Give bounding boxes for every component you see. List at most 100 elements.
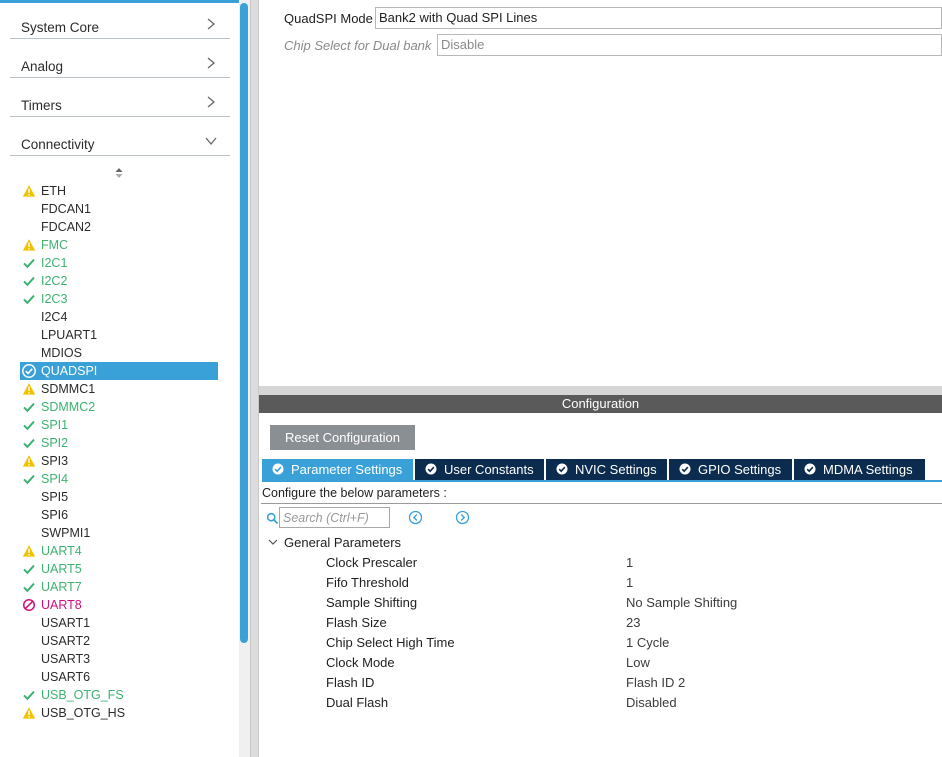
peripheral-item-quadspi[interactable]: QUADSPI (20, 362, 218, 380)
check-icon (22, 274, 36, 288)
parameter-name: Clock Prescaler (326, 555, 418, 570)
peripheral-item-spi1[interactable]: SPI1 (20, 416, 218, 434)
parameter-value[interactable]: 1 (626, 575, 633, 590)
search-icon (266, 512, 279, 525)
peripheral-item-i2c1[interactable]: I2C1 (20, 254, 218, 272)
peripheral-label: FDCAN2 (41, 220, 92, 234)
category-timers[interactable]: Timers (10, 92, 230, 117)
peripheral-label: USART3 (41, 652, 91, 666)
peripheral-item-spi6[interactable]: SPI6 (20, 506, 218, 524)
panel-divider[interactable] (250, 0, 259, 757)
previous-result-icon[interactable] (408, 510, 423, 525)
configuration-header: Configuration (259, 395, 942, 413)
warning-icon (22, 544, 36, 558)
peripheral-item-spi5[interactable]: SPI5 (20, 488, 218, 506)
peripheral-label: QUADSPI (41, 364, 98, 378)
category-label: Analog (21, 59, 64, 74)
peripheral-item-spi4[interactable]: SPI4 (20, 470, 218, 488)
peripheral-item-usart3[interactable]: USART3 (20, 650, 218, 668)
peripheral-item-spi3[interactable]: SPI3 (20, 452, 218, 470)
parameter-value[interactable]: Disabled (626, 695, 677, 710)
check-circle-icon (22, 364, 36, 378)
peripheral-item-fdcan2[interactable]: FDCAN2 (20, 218, 218, 236)
category-system-core[interactable]: System Core (10, 14, 230, 39)
peripheral-item-uart5[interactable]: UART5 (20, 560, 218, 578)
parameter-value[interactable]: 1 (626, 555, 633, 570)
tab-nvic-settings[interactable]: NVIC Settings (546, 459, 667, 480)
tab-parameter-settings[interactable]: Parameter Settings (262, 459, 413, 480)
peripheral-item-eth[interactable]: ETH (20, 182, 218, 200)
peripheral-item-i2c4[interactable]: I2C4 (20, 308, 218, 326)
peripheral-item-usart1[interactable]: USART1 (20, 614, 218, 632)
search-input[interactable] (279, 507, 390, 528)
peripheral-item-mdios[interactable]: MDIOS (20, 344, 218, 362)
peripheral-item-sdmmc1[interactable]: SDMMC1 (20, 380, 218, 398)
parameter-row[interactable]: Clock Mode Low (326, 655, 926, 673)
tab-user-constants[interactable]: User Constants (415, 459, 544, 480)
category-analog[interactable]: Analog (10, 53, 230, 78)
chevron-down-icon (205, 137, 217, 146)
peripheral-item-spi2[interactable]: SPI2 (20, 434, 218, 452)
sidebar-scrollbar[interactable] (239, 0, 250, 757)
tab-mdma-settings[interactable]: MDMA Settings (794, 459, 925, 480)
peripheral-item-lpuart1[interactable]: LPUART1 (20, 326, 218, 344)
warning-icon (22, 238, 36, 252)
tab-label: MDMA Settings (823, 462, 913, 477)
peripheral-item-sdmmc2[interactable]: SDMMC2 (20, 398, 218, 416)
configuration-panel: Configuration Reset Configuration Parame… (259, 395, 942, 757)
chip-select-label: Chip Select for Dual bank (284, 38, 432, 53)
parameter-value[interactable]: 1 Cycle (626, 635, 669, 650)
peripheral-item-fdcan1[interactable]: FDCAN1 (20, 200, 218, 218)
parameter-row[interactable]: Dual Flash Disabled (326, 695, 926, 713)
parameter-row[interactable]: Flash ID Flash ID 2 (326, 675, 926, 693)
parameter-row[interactable]: Fifo Threshold 1 (326, 575, 926, 593)
peripheral-item-usart6[interactable]: USART6 (20, 668, 218, 686)
reset-configuration-button[interactable]: Reset Configuration (270, 425, 415, 450)
quadspi-mode-select[interactable]: Bank2 with Quad SPI Lines (375, 7, 942, 29)
parameter-value[interactable]: Flash ID 2 (626, 675, 685, 690)
tab-gpio-settings[interactable]: GPIO Settings (669, 459, 792, 480)
parameter-value[interactable]: 23 (626, 615, 640, 630)
peripheral-label: I2C2 (41, 274, 68, 288)
parameter-row[interactable]: Flash Size 23 (326, 615, 926, 633)
check-icon (22, 418, 36, 432)
peripheral-label: SPI4 (41, 472, 69, 486)
peripheral-item-usart2[interactable]: USART2 (20, 632, 218, 650)
peripheral-label: SPI2 (41, 436, 69, 450)
peripheral-item-uart7[interactable]: UART7 (20, 578, 218, 596)
parameter-row[interactable]: Sample Shifting No Sample Shifting (326, 595, 926, 613)
tab-label: User Constants (444, 462, 534, 477)
peripheral-item-i2c2[interactable]: I2C2 (20, 272, 218, 290)
group-label-general-parameters: General Parameters (284, 535, 402, 550)
parameter-value[interactable]: No Sample Shifting (626, 595, 737, 610)
peripheral-label: UART4 (41, 544, 82, 558)
category-connectivity[interactable]: Connectivity (10, 131, 230, 156)
blocked-icon (22, 598, 36, 612)
parameter-row[interactable]: Clock Prescaler 1 (326, 555, 926, 573)
chevron-right-icon (207, 18, 216, 30)
category-label: Connectivity (21, 137, 95, 152)
peripheral-item-fmc[interactable]: FMC (20, 236, 218, 254)
peripheral-label: USB_OTG_HS (41, 706, 126, 720)
check-circle-icon (425, 463, 437, 475)
splitter[interactable] (259, 386, 942, 395)
peripheral-label: UART7 (41, 580, 82, 594)
scrollbar-thumb[interactable] (240, 3, 248, 643)
parameter-value[interactable]: Low (626, 655, 650, 670)
next-result-icon[interactable] (455, 510, 470, 525)
parameter-row[interactable]: Chip Select High Time 1 Cycle (326, 635, 926, 653)
peripheral-item-swpmi1[interactable]: SWPMI1 (20, 524, 218, 542)
sort-icon[interactable] (113, 166, 125, 180)
tab-underline (262, 480, 942, 482)
parameter-name: Dual Flash (326, 695, 389, 710)
check-icon (22, 436, 36, 450)
peripheral-item-uart8[interactable]: UART8 (20, 596, 218, 614)
peripheral-item-usb_otg_fs[interactable]: USB_OTG_FS (20, 686, 218, 704)
chip-select-select[interactable]: Disable (437, 34, 942, 56)
category-label: Timers (21, 98, 62, 113)
chevron-down-icon[interactable] (267, 536, 279, 548)
peripheral-item-i2c3[interactable]: I2C3 (20, 290, 218, 308)
peripheral-item-usb_otg_hs[interactable]: USB_OTG_HS (20, 704, 218, 722)
peripheral-label: UART5 (41, 562, 82, 576)
peripheral-item-uart4[interactable]: UART4 (20, 542, 218, 560)
